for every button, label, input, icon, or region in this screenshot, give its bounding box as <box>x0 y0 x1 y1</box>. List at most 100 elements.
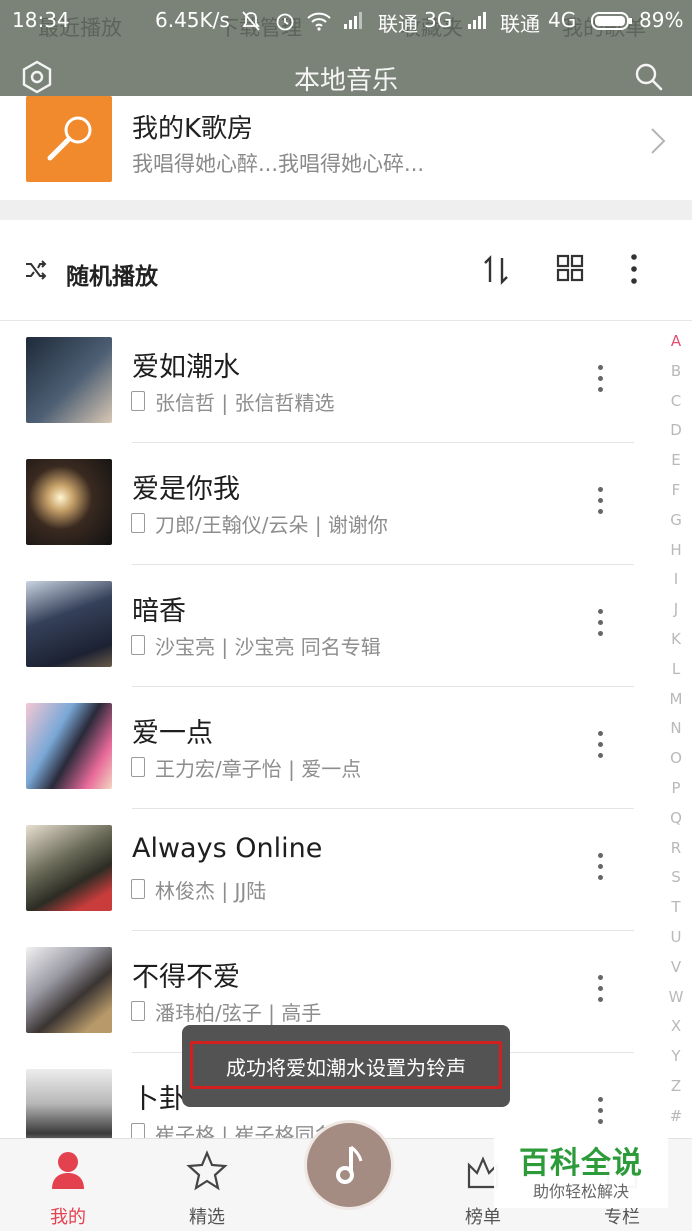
wifi-icon <box>307 12 331 31</box>
song-title: 爱如潮水 <box>132 352 240 383</box>
alphabet-letter[interactable]: M <box>664 690 688 720</box>
status-time: 18:34 <box>12 8 70 32</box>
album-art <box>26 337 112 423</box>
alphabet-letter[interactable]: O <box>664 749 688 779</box>
watermark: 百科全说 助你轻松解决 <box>494 1134 668 1208</box>
alphabet-letter[interactable]: B <box>664 362 688 392</box>
star-icon <box>186 1150 228 1191</box>
k-room-title: 我的K歌房 <box>132 114 254 144</box>
section-divider <box>0 200 692 220</box>
song-meta: 王力宏/章子怡 | 爱一点 <box>155 757 362 781</box>
album-art <box>26 703 112 789</box>
album-art <box>26 825 112 911</box>
more-vert-icon[interactable] <box>598 1097 608 1130</box>
signal-icon <box>468 12 486 29</box>
song-row[interactable]: 爱如潮水 张信哲 | 张信哲精选 <box>0 321 660 443</box>
watermark-title: 百科全说 <box>519 1146 643 1181</box>
nav-item-featured[interactable]: 精选 <box>157 1149 257 1228</box>
status-bar: 18:34 6.45K/s 联通 3G 联通 4G 89% <box>0 0 692 40</box>
song-title: 卜卦 <box>132 1084 186 1115</box>
toast: 成功将爱如潮水设置为铃声 <box>182 1025 510 1107</box>
alphabet-letter[interactable]: U <box>664 928 688 958</box>
grid-view-icon[interactable] <box>556 254 584 282</box>
shuffle-play-button[interactable]: 随机播放 <box>66 257 158 291</box>
alphabet-letter[interactable]: P <box>664 779 688 809</box>
status-carrier-1: 联通 <box>378 12 418 36</box>
local-file-icon <box>131 1001 145 1021</box>
alphabet-letter[interactable]: L <box>664 660 688 690</box>
alphabet-letter[interactable]: # <box>664 1107 688 1137</box>
alphabet-letter[interactable]: S <box>664 868 688 898</box>
album-art <box>26 947 112 1033</box>
music-note-icon <box>336 1145 363 1184</box>
watermark-subtitle: 助你轻松解决 <box>532 1182 629 1201</box>
alphabet-letter[interactable]: V <box>664 958 688 988</box>
signal-icon <box>344 12 362 29</box>
chevron-right-icon <box>651 128 666 154</box>
alphabet-letter[interactable]: K <box>664 630 688 660</box>
song-title: 爱是你我 <box>132 474 240 505</box>
album-art <box>26 581 112 667</box>
song-row[interactable]: 爱是你我 刀郎/王翰仪/云朵 | 谢谢你 <box>0 443 660 565</box>
alphabet-letter[interactable]: D <box>664 421 688 451</box>
more-vert-icon[interactable] <box>598 609 608 642</box>
song-meta: 张信哲 | 张信哲精选 <box>155 391 335 415</box>
alphabet-letter[interactable]: F <box>664 481 688 511</box>
alphabet-letter[interactable]: Z <box>664 1077 688 1107</box>
local-file-icon <box>131 757 145 777</box>
page-title: 本地音乐 <box>293 66 398 96</box>
song-title: 不得不爱 <box>132 962 240 993</box>
battery-icon <box>591 12 632 30</box>
song-row[interactable]: Always Online 林俊杰 | JJ陆 <box>0 809 660 931</box>
song-row[interactable]: 暗香 沙宝亮 | 沙宝亮 同名专辑 <box>0 565 660 687</box>
alphabet-letter[interactable]: X <box>664 1017 688 1047</box>
local-file-icon <box>131 391 145 411</box>
song-row[interactable]: 爱一点 王力宏/章子怡 | 爱一点 <box>0 687 660 809</box>
status-network-1: 3G <box>424 8 453 32</box>
k-song-room-entry[interactable]: 我的K歌房 我唱得她心醉...我唱得她心碎... <box>0 96 692 200</box>
alphabet-letter[interactable]: I <box>664 570 688 600</box>
nav-item-mine[interactable]: 我的 <box>18 1149 118 1228</box>
alphabet-letter[interactable]: T <box>664 898 688 928</box>
search-icon[interactable] <box>634 62 664 92</box>
local-file-icon <box>131 635 145 655</box>
nav-label: 我的 <box>50 1207 86 1228</box>
more-vert-icon[interactable] <box>598 731 608 764</box>
song-title: 爱一点 <box>132 718 213 749</box>
mute-icon <box>242 11 260 31</box>
more-vert-icon[interactable] <box>598 365 608 398</box>
alphabet-index[interactable]: A B C D E F G H I J K L M N O P Q R S T U V W X Y Z # <box>664 332 688 1137</box>
more-vert-icon[interactable] <box>628 252 640 286</box>
alphabet-letter[interactable]: R <box>664 839 688 869</box>
alphabet-letter[interactable]: J <box>664 600 688 630</box>
shuffle-icon[interactable] <box>24 258 48 282</box>
alphabet-letter[interactable]: E <box>664 451 688 481</box>
alphabet-letter[interactable]: C <box>664 392 688 422</box>
now-playing-button[interactable] <box>304 1120 394 1210</box>
song-meta: 林俊杰 | JJ陆 <box>155 879 267 903</box>
alphabet-letter[interactable]: A <box>664 332 688 362</box>
list-toolbar: 随机播放 <box>0 220 692 321</box>
song-title: 暗香 <box>132 596 186 627</box>
local-file-icon <box>131 513 145 533</box>
person-icon <box>52 1152 84 1189</box>
status-speed: 6.45K/s <box>155 8 230 32</box>
more-vert-icon[interactable] <box>598 975 608 1008</box>
alphabet-letter[interactable]: Y <box>664 1047 688 1077</box>
song-meta: 沙宝亮 | 沙宝亮 同名专辑 <box>155 635 381 659</box>
song-title: Always Online <box>132 833 323 864</box>
more-vert-icon[interactable] <box>598 487 608 520</box>
microphone-thumb <box>26 96 112 182</box>
song-meta: 刀郎/王翰仪/云朵 | 谢谢你 <box>155 513 388 537</box>
alphabet-letter[interactable]: W <box>664 988 688 1018</box>
status-network-2: 4G <box>548 8 577 32</box>
status-carrier-2: 联通 <box>500 12 540 36</box>
sort-icon[interactable] <box>480 254 512 286</box>
album-art <box>26 459 112 545</box>
alphabet-letter[interactable]: Q <box>664 809 688 839</box>
more-vert-icon[interactable] <box>598 853 608 886</box>
alphabet-letter[interactable]: G <box>664 511 688 541</box>
alphabet-letter[interactable]: H <box>664 541 688 571</box>
song-meta: 潘玮柏/弦子 | 高手 <box>155 1001 322 1025</box>
alphabet-letter[interactable]: N <box>664 719 688 749</box>
